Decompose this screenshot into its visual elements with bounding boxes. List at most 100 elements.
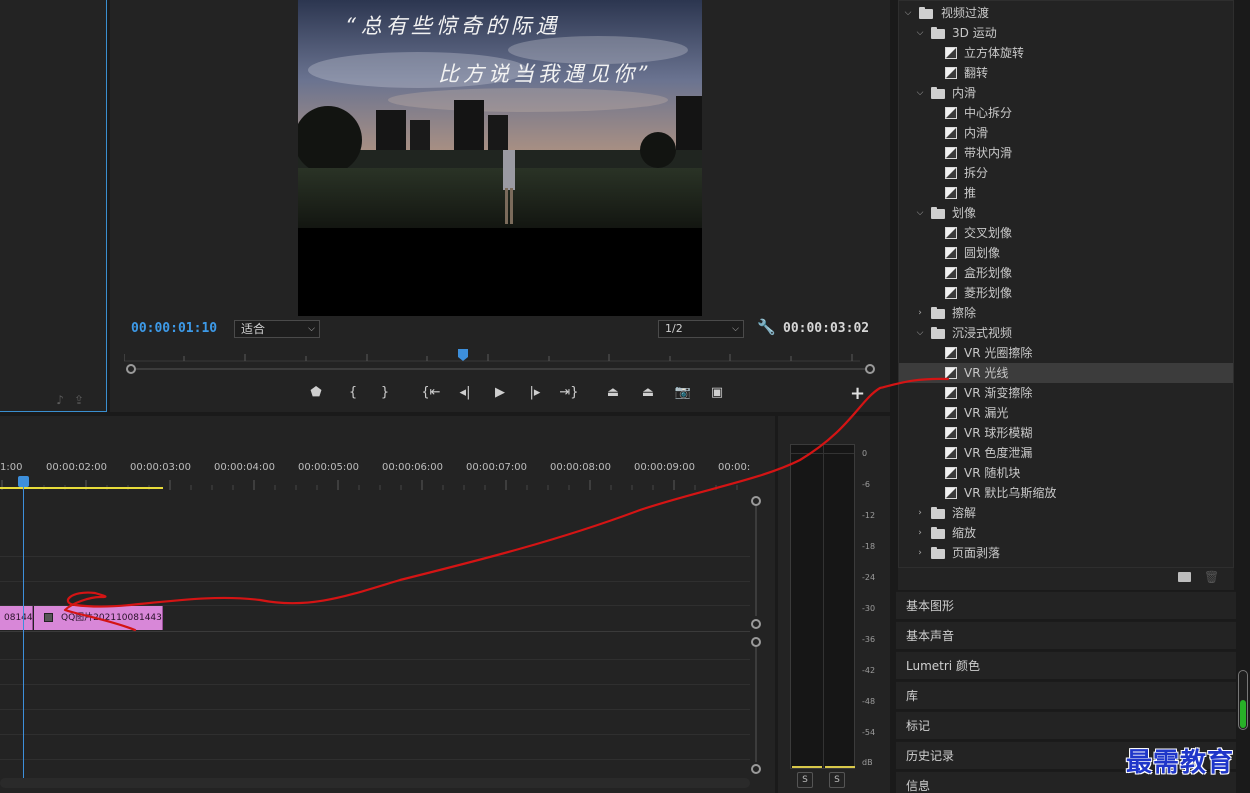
scroll-handle-left[interactable] (126, 364, 136, 374)
current-timecode[interactable]: 00:00:01:10 (131, 321, 217, 336)
tree-folder-dissolve[interactable]: › 溶解 (899, 503, 1233, 523)
lift-icon[interactable]: ⏏ (602, 382, 624, 404)
meter-level-right (825, 766, 855, 768)
chevron-right-icon[interactable]: › (915, 543, 925, 563)
solo-left-button[interactable]: S (797, 772, 813, 788)
scroll-handle[interactable] (751, 496, 761, 506)
solo-right-button[interactable]: S (829, 772, 845, 788)
panel-libraries[interactable]: 库 (896, 681, 1236, 709)
monitor-playhead[interactable] (458, 349, 468, 361)
go-to-in-icon[interactable]: {⇤ (420, 382, 442, 404)
timeline-time-label: 00:00:05:00 (298, 462, 360, 473)
transition-icon (945, 347, 957, 359)
db-label: -18 (862, 542, 876, 551)
tree-effect-iris-box[interactable]: 盒形划像 (899, 263, 1233, 283)
trash-icon[interactable]: 🗑 (1204, 570, 1219, 584)
tree-effect-iris-round[interactable]: 圆划像 (899, 243, 1233, 263)
tree-folder-wipe[interactable]: › 擦除 (899, 303, 1233, 323)
tree-effect-center-split[interactable]: 中心拆分 (899, 103, 1233, 123)
timeline-playhead[interactable] (18, 476, 29, 487)
tree-folder-zoom[interactable]: › 缩放 (899, 523, 1233, 543)
export-icon[interactable]: ⇪ (74, 393, 84, 407)
chevron-right-icon[interactable]: › (915, 523, 925, 543)
scroll-handle[interactable] (751, 764, 761, 774)
tree-effect-vr-gradient-wipe[interactable]: VR 渐变擦除 (899, 383, 1233, 403)
tree-effect-vr-mobius-zoom[interactable]: VR 默比乌斯缩放 (899, 483, 1233, 503)
monitor-time-ruler[interactable] (124, 348, 860, 362)
tree-effect-vr-spherical-blur[interactable]: VR 球形模糊 (899, 423, 1233, 443)
meter-level-left (792, 766, 822, 768)
audio-track-scrollbar[interactable] (751, 637, 761, 774)
tree-effect-band-slide[interactable]: 带状内滑 (899, 143, 1233, 163)
chevron-down-icon[interactable]: ⌵ (903, 3, 913, 23)
tree-effect-iris-diamond[interactable]: 菱形划像 (899, 283, 1233, 303)
db-label: -42 (862, 666, 876, 675)
panel-essential-sound[interactable]: 基本声音 (896, 621, 1236, 649)
chevron-right-icon[interactable]: › (915, 503, 925, 523)
playback-resolution-select[interactable]: 1/2 ⌵ (658, 320, 744, 338)
tree-effect-iris-cross[interactable]: 交叉划像 (899, 223, 1233, 243)
source-icons: ♪ ⇪ (56, 393, 84, 407)
tree-label: VR 漏光 (964, 406, 1009, 420)
panel-scrollbar[interactable] (1238, 670, 1248, 730)
clip-label: QQ图片202110081443 (61, 613, 162, 623)
panel-markers[interactable]: 标记 (896, 711, 1236, 739)
wrench-settings-icon[interactable]: 🔧 (757, 318, 776, 336)
timeline-clip[interactable]: QQ图片202110081443 (34, 606, 163, 630)
export-frame-icon[interactable]: 📷 (672, 382, 694, 404)
tree-effect-split[interactable]: 拆分 (899, 163, 1233, 183)
audio-drag-icon[interactable]: ♪ (56, 393, 64, 407)
tree-effect-push[interactable]: 推 (899, 183, 1233, 203)
tree-effect-vr-light-leaks[interactable]: VR 漏光 (899, 403, 1233, 423)
chevron-down-icon[interactable]: ⌵ (915, 83, 925, 103)
mark-out-icon[interactable]: } (374, 382, 396, 404)
work-area-bar[interactable] (0, 487, 163, 489)
add-button[interactable]: + (850, 383, 865, 404)
tree-effect-vr-light-rays[interactable]: VR 光线 (899, 363, 1233, 383)
tree-folder-immersive-video[interactable]: ⌵ 沉浸式视频 (899, 323, 1233, 343)
db-label: -12 (862, 511, 876, 520)
timeline-horizontal-scrollbar[interactable] (0, 778, 750, 788)
go-to-out-icon[interactable]: ⇥} (558, 382, 580, 404)
timeline-clip[interactable]: 08144 (0, 606, 33, 630)
tree-effect-flip[interactable]: 翻转 (899, 63, 1233, 83)
extract-icon[interactable]: ⏏ (637, 382, 659, 404)
chevron-down-icon[interactable]: ⌵ (915, 203, 925, 223)
tree-effect-slide[interactable]: 内滑 (899, 123, 1233, 143)
tree-folder-iris[interactable]: ⌵ 划像 (899, 203, 1233, 223)
tree-folder-page-peel[interactable]: › 页面剥落 (899, 543, 1233, 563)
new-bin-icon[interactable] (1178, 572, 1191, 582)
play-icon[interactable]: ▶ (489, 382, 511, 404)
tree-effect-cube-spin[interactable]: 立方体旋转 (899, 43, 1233, 63)
tree-folder-slide[interactable]: ⌵ 内滑 (899, 83, 1233, 103)
db-label: -30 (862, 604, 876, 613)
tree-folder-3d-motion[interactable]: ⌵ 3D 运动 (899, 23, 1233, 43)
mark-in-icon[interactable]: { (342, 382, 364, 404)
tree-effect-vr-chroma-leaks[interactable]: VR 色度泄漏 (899, 443, 1233, 463)
zoom-fit-select[interactable]: 适合 ⌵ (234, 320, 320, 338)
tree-label: VR 渐变擦除 (964, 386, 1033, 400)
tree-folder-video-transitions[interactable]: ⌵ 视频过渡 (899, 3, 1233, 23)
scroll-handle[interactable] (751, 637, 761, 647)
panel-essential-graphics[interactable]: 基本图形 (896, 591, 1236, 619)
step-back-icon[interactable]: ◂| (454, 382, 476, 404)
step-forward-icon[interactable]: |▸ (524, 382, 546, 404)
scroll-handle[interactable] (751, 619, 761, 629)
tree-label: 盒形划像 (964, 266, 1013, 280)
tree-effect-vr-iris-wipe[interactable]: VR 光圈擦除 (899, 343, 1233, 363)
monitor-zoom-scrollbar[interactable] (124, 363, 875, 375)
tree-label: 沉浸式视频 (952, 326, 1013, 340)
chevron-right-icon[interactable]: › (915, 303, 925, 323)
panel-lumetri-color[interactable]: Lumetri 颜色 (896, 651, 1236, 679)
scrollbar-thumb[interactable] (1240, 700, 1246, 728)
scroll-handle-right[interactable] (865, 364, 875, 374)
tree-label: 内滑 (964, 126, 989, 140)
tree-effect-vr-random-blocks[interactable]: VR 随机块 (899, 463, 1233, 483)
transition-icon (945, 187, 957, 199)
video-track-scrollbar[interactable] (751, 496, 761, 629)
chevron-down-icon[interactable]: ⌵ (915, 23, 925, 43)
marker-icon[interactable]: ⬟ (305, 382, 327, 404)
compare-icon[interactable]: ▣ (706, 382, 728, 404)
chevron-down-icon[interactable]: ⌵ (915, 323, 925, 343)
track-divider (0, 709, 750, 710)
